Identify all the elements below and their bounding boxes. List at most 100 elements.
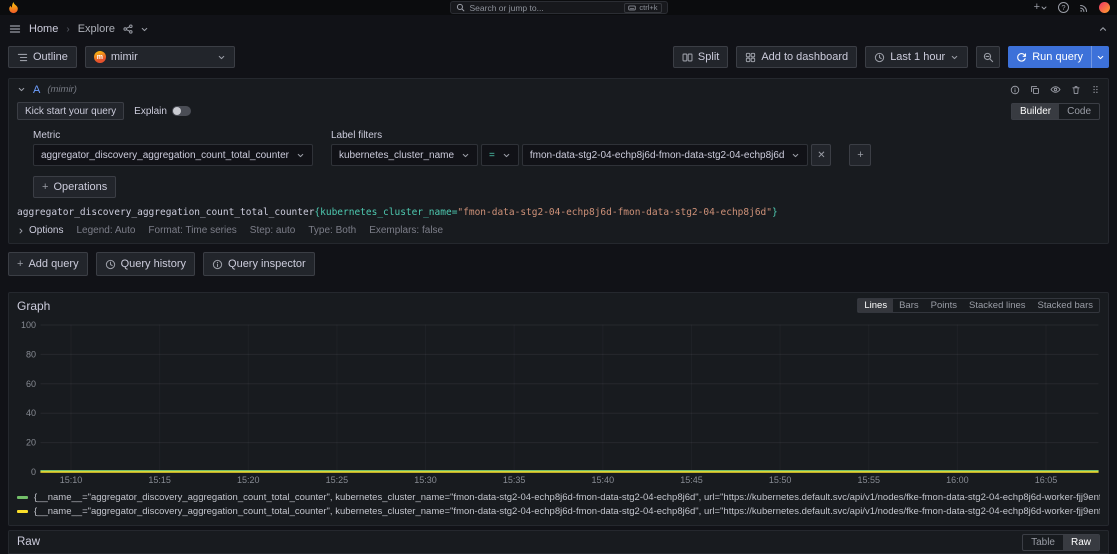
duplicate-query-icon[interactable] bbox=[1030, 85, 1040, 95]
filter-label-select[interactable]: kubernetes_cluster_name bbox=[331, 144, 478, 166]
series-color-swatch bbox=[17, 496, 28, 499]
result-view-switch: Table Raw bbox=[1022, 534, 1100, 551]
legend-series-label: {__name__="aggregator_discovery_aggregat… bbox=[34, 492, 1100, 503]
style-bars-button[interactable]: Bars bbox=[893, 299, 925, 312]
outline-button[interactable]: Outline bbox=[8, 46, 77, 68]
split-button[interactable]: Split bbox=[673, 46, 728, 68]
option-exemplars: Exemplars: false bbox=[369, 225, 443, 236]
query-ref-id: A bbox=[33, 84, 40, 96]
remove-filter-button[interactable]: ✕ bbox=[811, 144, 831, 166]
plus-icon: + bbox=[42, 182, 48, 193]
style-points-button[interactable]: Points bbox=[925, 299, 963, 312]
query-row-header: A (mimir) bbox=[9, 79, 1108, 100]
query-options-row: Options Legend: Auto Format: Time series… bbox=[9, 220, 1108, 243]
apps-grid-icon bbox=[745, 52, 756, 63]
remove-query-trash-icon[interactable] bbox=[1071, 85, 1081, 95]
add-query-button[interactable]: + Add query bbox=[8, 252, 88, 276]
user-avatar[interactable] bbox=[1099, 2, 1110, 13]
graph-panel-title: Graph bbox=[17, 299, 50, 313]
run-query-button[interactable]: Run query bbox=[1008, 46, 1109, 68]
news-rss-icon[interactable] bbox=[1079, 3, 1089, 13]
metric-label: Metric bbox=[33, 130, 313, 141]
breadcrumb-bar: Home › Explore bbox=[0, 15, 1117, 43]
search-placeholder: Search or jump to... bbox=[470, 3, 544, 13]
legend-item[interactable]: {__name__="aggregator_discovery_aggregat… bbox=[17, 506, 1100, 517]
add-to-dashboard-button[interactable]: Add to dashboard bbox=[736, 46, 857, 68]
editor-mode-switch: Builder Code bbox=[1011, 103, 1100, 120]
explain-toggle[interactable] bbox=[172, 106, 191, 116]
raw-query-value: "fmon-data-stg2-04-echp8j6d-fmon-data-st… bbox=[457, 207, 772, 218]
option-type: Type: Both bbox=[308, 225, 356, 236]
new-menu-button[interactable]: + bbox=[1034, 2, 1048, 13]
chevron-down-icon bbox=[950, 53, 959, 62]
svg-text:80: 80 bbox=[26, 349, 36, 359]
option-step: Step: auto bbox=[250, 225, 296, 236]
svg-text:15:30: 15:30 bbox=[414, 475, 437, 485]
query-history-button[interactable]: Query history bbox=[96, 252, 195, 276]
svg-text:15:55: 15:55 bbox=[857, 475, 880, 485]
svg-text:15:40: 15:40 bbox=[592, 475, 615, 485]
info-circle-icon[interactable] bbox=[1010, 85, 1020, 95]
keyboard-icon bbox=[628, 4, 636, 12]
svg-text:15:15: 15:15 bbox=[148, 475, 171, 485]
menu-hamburger-icon[interactable] bbox=[9, 23, 21, 35]
operations-button[interactable]: + Operations bbox=[33, 176, 116, 198]
top-nav: Search or jump to... ctrl+k + ? bbox=[0, 0, 1117, 15]
raw-query-label: {kubernetes_cluster_name= bbox=[314, 207, 457, 218]
svg-text:15:50: 15:50 bbox=[769, 475, 792, 485]
style-stacked-lines-button[interactable]: Stacked lines bbox=[963, 299, 1032, 312]
query-inspector-button[interactable]: Query inspector bbox=[203, 252, 315, 276]
svg-text:20: 20 bbox=[26, 438, 36, 448]
svg-text:16:05: 16:05 bbox=[1035, 475, 1058, 485]
breadcrumb-home[interactable]: Home bbox=[29, 23, 58, 35]
explain-label: Explain bbox=[134, 106, 167, 117]
raw-query-close: } bbox=[772, 207, 778, 218]
help-icon[interactable]: ? bbox=[1058, 2, 1069, 13]
filter-value-select[interactable]: fmon-data-stg2-04-echp8j6d-fmon-data-stg… bbox=[522, 144, 809, 166]
time-range-picker[interactable]: Last 1 hour bbox=[865, 46, 968, 68]
info-circle-icon bbox=[212, 259, 223, 270]
breadcrumb-explore[interactable]: Explore bbox=[78, 23, 115, 35]
search-input[interactable]: Search or jump to... ctrl+k bbox=[450, 1, 668, 14]
kick-start-button[interactable]: Kick start your query bbox=[17, 102, 124, 120]
style-stacked-bars-button[interactable]: Stacked bars bbox=[1032, 299, 1099, 312]
search-icon bbox=[456, 3, 465, 12]
query-datasource-hint: (mimir) bbox=[47, 84, 77, 95]
svg-text:40: 40 bbox=[26, 408, 36, 418]
drag-handle-icon[interactable] bbox=[1091, 84, 1100, 95]
options-expander[interactable]: Options bbox=[17, 225, 63, 236]
svg-text:15:10: 15:10 bbox=[60, 475, 83, 485]
chevron-down-icon bbox=[502, 151, 511, 160]
legend-item[interactable]: {__name__="aggregator_discovery_aggregat… bbox=[17, 492, 1100, 503]
collapse-chevron-down-icon[interactable] bbox=[17, 85, 26, 94]
filter-operator-select[interactable]: = bbox=[481, 144, 519, 166]
code-mode-button[interactable]: Code bbox=[1059, 104, 1099, 119]
legend-series-label: {__name__="aggregator_discovery_aggregat… bbox=[34, 506, 1100, 517]
builder-mode-button[interactable]: Builder bbox=[1012, 104, 1059, 119]
svg-text:60: 60 bbox=[26, 379, 36, 389]
label-filters-label: Label filters bbox=[331, 130, 832, 141]
hide-response-eye-icon[interactable] bbox=[1050, 84, 1061, 95]
add-filter-button[interactable]: + bbox=[849, 144, 871, 166]
raw-panel-title: Raw bbox=[17, 536, 40, 548]
graph-panel: Graph Lines Bars Points Stacked lines St… bbox=[8, 292, 1109, 526]
table-view-button[interactable]: Table bbox=[1023, 535, 1063, 550]
raw-view-button[interactable]: Raw bbox=[1063, 535, 1099, 550]
metric-select[interactable]: aggregator_discovery_aggregation_count_t… bbox=[33, 144, 313, 166]
svg-text:15:25: 15:25 bbox=[326, 475, 349, 485]
query-builder-row: Metric aggregator_discovery_aggregation_… bbox=[9, 126, 1108, 166]
chevron-down-icon bbox=[296, 151, 305, 160]
sync-icon bbox=[1016, 52, 1027, 63]
grafana-logo-icon[interactable] bbox=[7, 1, 20, 14]
style-lines-button[interactable]: Lines bbox=[858, 299, 893, 312]
time-series-chart[interactable]: 02040608010015:1015:1515:2015:2515:3015:… bbox=[11, 317, 1106, 487]
zoom-out-button[interactable] bbox=[976, 46, 1000, 68]
datasource-picker[interactable]: m mimir bbox=[85, 46, 235, 68]
share-icon[interactable] bbox=[123, 24, 133, 34]
series-color-swatch bbox=[17, 510, 28, 513]
collapse-chevron-up-icon[interactable] bbox=[1098, 24, 1108, 34]
option-legend: Legend: Auto bbox=[76, 225, 135, 236]
chart-legend: {__name__="aggregator_discovery_aggregat… bbox=[9, 490, 1108, 525]
run-query-dropdown[interactable] bbox=[1091, 46, 1109, 68]
chevron-down-icon[interactable] bbox=[140, 25, 149, 34]
